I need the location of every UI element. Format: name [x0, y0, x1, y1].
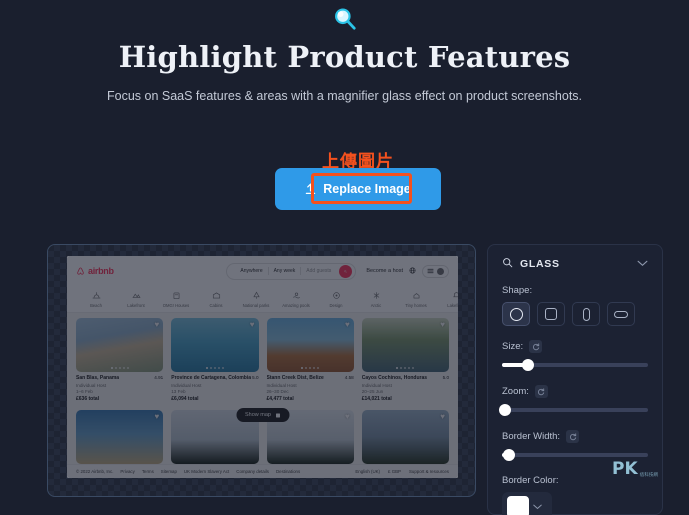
- watermark: PK 痞科技網: [612, 459, 659, 479]
- screenshot-dim-overlay: [67, 256, 458, 478]
- border-width-slider-thumb[interactable]: [503, 449, 516, 461]
- square-icon: [545, 308, 557, 320]
- reset-border-width-icon[interactable]: [566, 430, 580, 443]
- size-label-text: Size:: [502, 341, 524, 352]
- border-width-label: Border Width:: [502, 430, 648, 443]
- magnifier-icon: [0, 2, 689, 32]
- page-subtitle: Focus on SaaS features & areas with a ma…: [106, 89, 583, 103]
- zoom-slider-thumb[interactable]: [498, 404, 511, 416]
- border-color-label-text: Border Color:: [502, 475, 559, 486]
- upload-icon: [305, 183, 316, 195]
- upload-area: Replace Image: [275, 168, 441, 210]
- search-icon: [502, 257, 513, 271]
- zoom-slider-track: [502, 408, 648, 412]
- watermark-logo: PK: [612, 459, 638, 479]
- size-slider-thumb[interactable]: [522, 359, 535, 371]
- shape-vertical-pill-button[interactable]: [572, 302, 600, 326]
- reset-size-icon[interactable]: [529, 340, 543, 353]
- shape-label: Shape:: [502, 285, 648, 296]
- zoom-label-text: Zoom:: [502, 386, 529, 397]
- glass-section-header[interactable]: GLASS: [502, 257, 648, 271]
- border-width-label-text: Border Width:: [502, 431, 561, 442]
- vertical-pill-icon: [582, 307, 590, 321]
- border-width-slider-track: [502, 453, 648, 457]
- size-slider[interactable]: [502, 359, 648, 371]
- product-screenshot: airbnb Anywhere Any week Add guests Beco…: [67, 256, 458, 478]
- replace-image-button[interactable]: Replace Image: [275, 168, 441, 210]
- chevron-down-icon[interactable]: [637, 258, 648, 270]
- preview-canvas[interactable]: airbnb Anywhere Any week Add guests Beco…: [47, 244, 476, 497]
- shape-options: [502, 302, 648, 326]
- shape-horizontal-pill-button[interactable]: [607, 302, 635, 326]
- watermark-subtitle: 痞科技網: [639, 472, 659, 477]
- page-title: Highlight Product Features: [118, 40, 571, 74]
- glass-section-title: GLASS: [520, 258, 560, 270]
- zoom-label: Zoom:: [502, 385, 648, 398]
- circle-icon: [509, 307, 523, 321]
- zoom-slider[interactable]: [498, 404, 648, 416]
- shape-circle-button[interactable]: [502, 302, 530, 326]
- size-label: Size:: [502, 340, 648, 353]
- border-color-picker[interactable]: [502, 492, 552, 515]
- border-color-swatch[interactable]: [507, 496, 529, 515]
- shape-square-button[interactable]: [537, 302, 565, 326]
- replace-image-label: Replace Image: [323, 182, 411, 196]
- shape-label-text: Shape:: [502, 285, 533, 296]
- reset-zoom-icon[interactable]: [534, 385, 548, 398]
- horizontal-pill-icon: [614, 310, 628, 318]
- chevron-down-icon[interactable]: [533, 502, 542, 512]
